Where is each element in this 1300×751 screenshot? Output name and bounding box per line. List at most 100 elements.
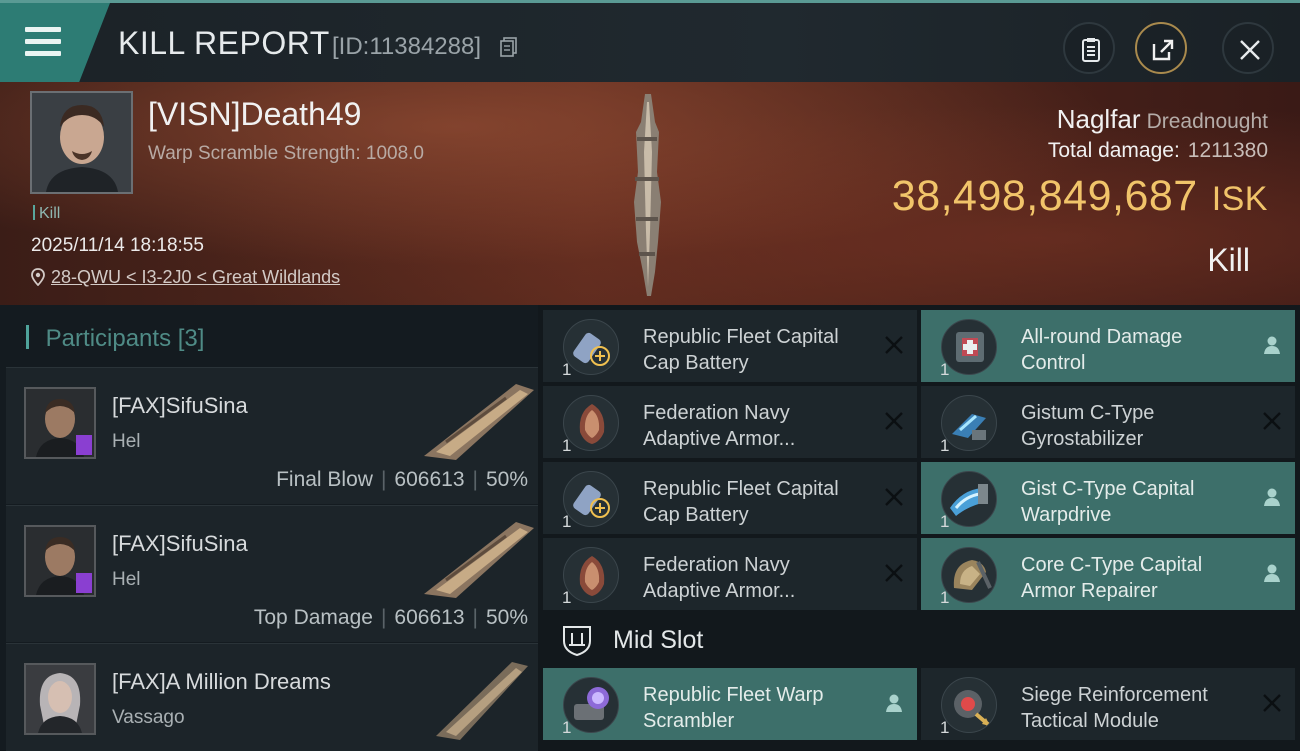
isk-amount: 38,498,849,687 [891, 172, 1198, 220]
module-item[interactable]: 1 Gist C-Type Capital Warpdrive [921, 462, 1295, 534]
close-icon [1240, 40, 1260, 60]
module-quantity: 1 [940, 588, 950, 607]
mid-slot-label: Mid Slot [613, 626, 704, 654]
participant-row[interactable]: [FAX]SifuSina Hel Top Damage | 606613 | 50% [6, 505, 538, 642]
participant-avatar[interactable] [24, 663, 96, 735]
warp-scramble-strength: Warp Scramble Strength: 1008.0 [148, 143, 424, 164]
module-name-line: Tactical Module [1021, 710, 1159, 732]
participant-role: Final Blow [276, 468, 373, 491]
participant-stats: Final Blow | 606613 | 50% [276, 468, 528, 491]
module-name-line: Republic Fleet Warp [643, 684, 824, 706]
module-item[interactable]: 1 Republic Fleet Capital Cap Battery [543, 462, 917, 534]
isk-value: 38,498,849,687 ISK [892, 172, 1268, 221]
module-name-line: Adaptive Armor... [643, 428, 796, 450]
menu-button[interactable] [0, 3, 110, 82]
participants-panel: Participants [3] [FAX]SifuSina Hel Final… [0, 305, 538, 751]
person-icon [886, 694, 902, 712]
participant-avatar[interactable] [24, 525, 96, 597]
module-name: Gist C-Type Capital Warpdrive [1021, 476, 1251, 528]
module-item[interactable]: 1 Siege Reinforcement Tactical Module [921, 668, 1295, 740]
module-name-line: Siege Reinforcement [1021, 684, 1208, 706]
ship-name: Naglfar [1056, 104, 1141, 134]
hamburger-icon[interactable] [25, 27, 61, 57]
module-name: Core C-Type Capital Armor Repairer [1021, 552, 1251, 604]
participant-ship: Hel [112, 431, 141, 452]
module-quantity: 1 [562, 360, 572, 379]
module-name-line: Warpdrive [1021, 504, 1112, 526]
result-label: Kill [1207, 242, 1250, 278]
module-quantity: 1 [562, 718, 572, 737]
module-item[interactable]: 1 Gistum C-Type Gyrostabilizer [921, 386, 1295, 458]
module-quantity: 1 [940, 436, 950, 455]
copy-icon[interactable] [500, 37, 518, 57]
module-item[interactable]: 1 Federation Navy Adaptive Armor... [543, 386, 917, 458]
module-name-line: Federation Navy [643, 554, 790, 576]
participant-name: [FAX]SifuSina [112, 393, 248, 418]
module-item[interactable]: 1 Federation Navy Adaptive Armor... [543, 538, 917, 610]
module-quantity: 1 [940, 718, 950, 737]
status-tag: Kill [33, 205, 60, 223]
module-name-line: Armor Repairer [1021, 580, 1158, 602]
participant-ship: Hel [112, 569, 141, 590]
module-name-line: Gist C-Type Capital [1021, 478, 1195, 500]
participant-percent: 50% [485, 468, 528, 491]
location-pin-icon [31, 268, 45, 287]
total-damage: Total damage: 1211380 [1048, 139, 1268, 163]
person-icon [1264, 488, 1280, 506]
module-item[interactable]: 1 Core C-Type Capital Armor Repairer [921, 538, 1295, 610]
close-button[interactable] [1222, 22, 1274, 74]
module-item[interactable]: 1 Republic Fleet Capital Cap Battery [543, 310, 917, 382]
corp-badge [76, 435, 92, 455]
module-name-line: Republic Fleet Capital [643, 326, 839, 348]
module-name: Federation Navy Adaptive Armor... [643, 552, 873, 604]
location-text[interactable]: 28-QWU < I3-2J0 < Great Wildlands [51, 267, 340, 287]
x-icon [885, 412, 903, 430]
participant-row[interactable]: [FAX]A Million Dreams Vassago [6, 643, 538, 751]
participant-row[interactable]: [FAX]SifuSina Hel Final Blow | 606613 | 50% [6, 367, 538, 504]
module-name-line: Cap Battery [643, 352, 749, 374]
x-icon [1263, 694, 1281, 712]
participant-name: [FAX]SifuSina [112, 531, 248, 556]
participants-label: Participants [45, 325, 172, 352]
clipboard-button[interactable] [1063, 22, 1115, 74]
victim-avatar[interactable] [30, 91, 133, 194]
victim-name: [VISN]Death49 [148, 96, 362, 132]
participant-stats: Top Damage | 606613 | 50% [253, 606, 528, 629]
participant-avatar[interactable] [24, 387, 96, 459]
module-name: Republic Fleet Warp Scrambler [643, 682, 873, 734]
corp-badge [76, 573, 92, 593]
module-name: Siege Reinforcement Tactical Module [1021, 682, 1251, 734]
report-id: [ID:11384288] [332, 33, 482, 60]
participant-role: Top Damage [253, 606, 373, 629]
participant-damage: 606613 [394, 606, 465, 629]
share-icon [1152, 39, 1174, 61]
module-quantity: 1 [562, 588, 572, 607]
location-link[interactable]: 28-QWU < I3-2J0 < Great Wildlands [31, 267, 340, 288]
module-name-line: Adaptive Armor... [643, 580, 796, 602]
module-name-line: Gyrostabilizer [1021, 428, 1144, 450]
module-name-line: Scrambler [643, 710, 735, 732]
x-icon [1263, 412, 1281, 430]
shield-slot-icon [563, 626, 591, 657]
participant-ship-image [424, 384, 534, 460]
module-name-line: Republic Fleet Capital [643, 478, 839, 500]
x-icon [885, 564, 903, 582]
top-bar: KILL REPORT [ID:11384288] [0, 0, 1300, 85]
module-quantity: 1 [940, 512, 950, 531]
participants-count: [3] [177, 325, 205, 352]
share-button[interactable] [1135, 22, 1187, 74]
victim-banner: [VISN]Death49 Warp Scramble Strength: 10… [0, 82, 1300, 305]
isk-unit: ISK [1211, 180, 1268, 218]
victim-ship: Naglfar Dreadnought [1057, 104, 1268, 135]
module-name: Republic Fleet Capital Cap Battery [643, 476, 873, 528]
module-quantity: 1 [562, 436, 572, 455]
module-name-line: Core C-Type Capital [1021, 554, 1203, 576]
module-name-line: Control [1021, 352, 1086, 374]
module-item[interactable]: 1 Republic Fleet Warp Scrambler [543, 668, 917, 740]
module-name-line: Federation Navy [643, 402, 790, 424]
total-damage-label: Total damage: [1047, 139, 1180, 162]
module-quantity: 1 [940, 360, 950, 379]
module-name-line: All-round Damage [1021, 326, 1183, 348]
module-item[interactable]: 1 All-round Damage Control [921, 310, 1295, 382]
kill-datetime: 2025/11/14 18:18:55 [31, 235, 204, 256]
